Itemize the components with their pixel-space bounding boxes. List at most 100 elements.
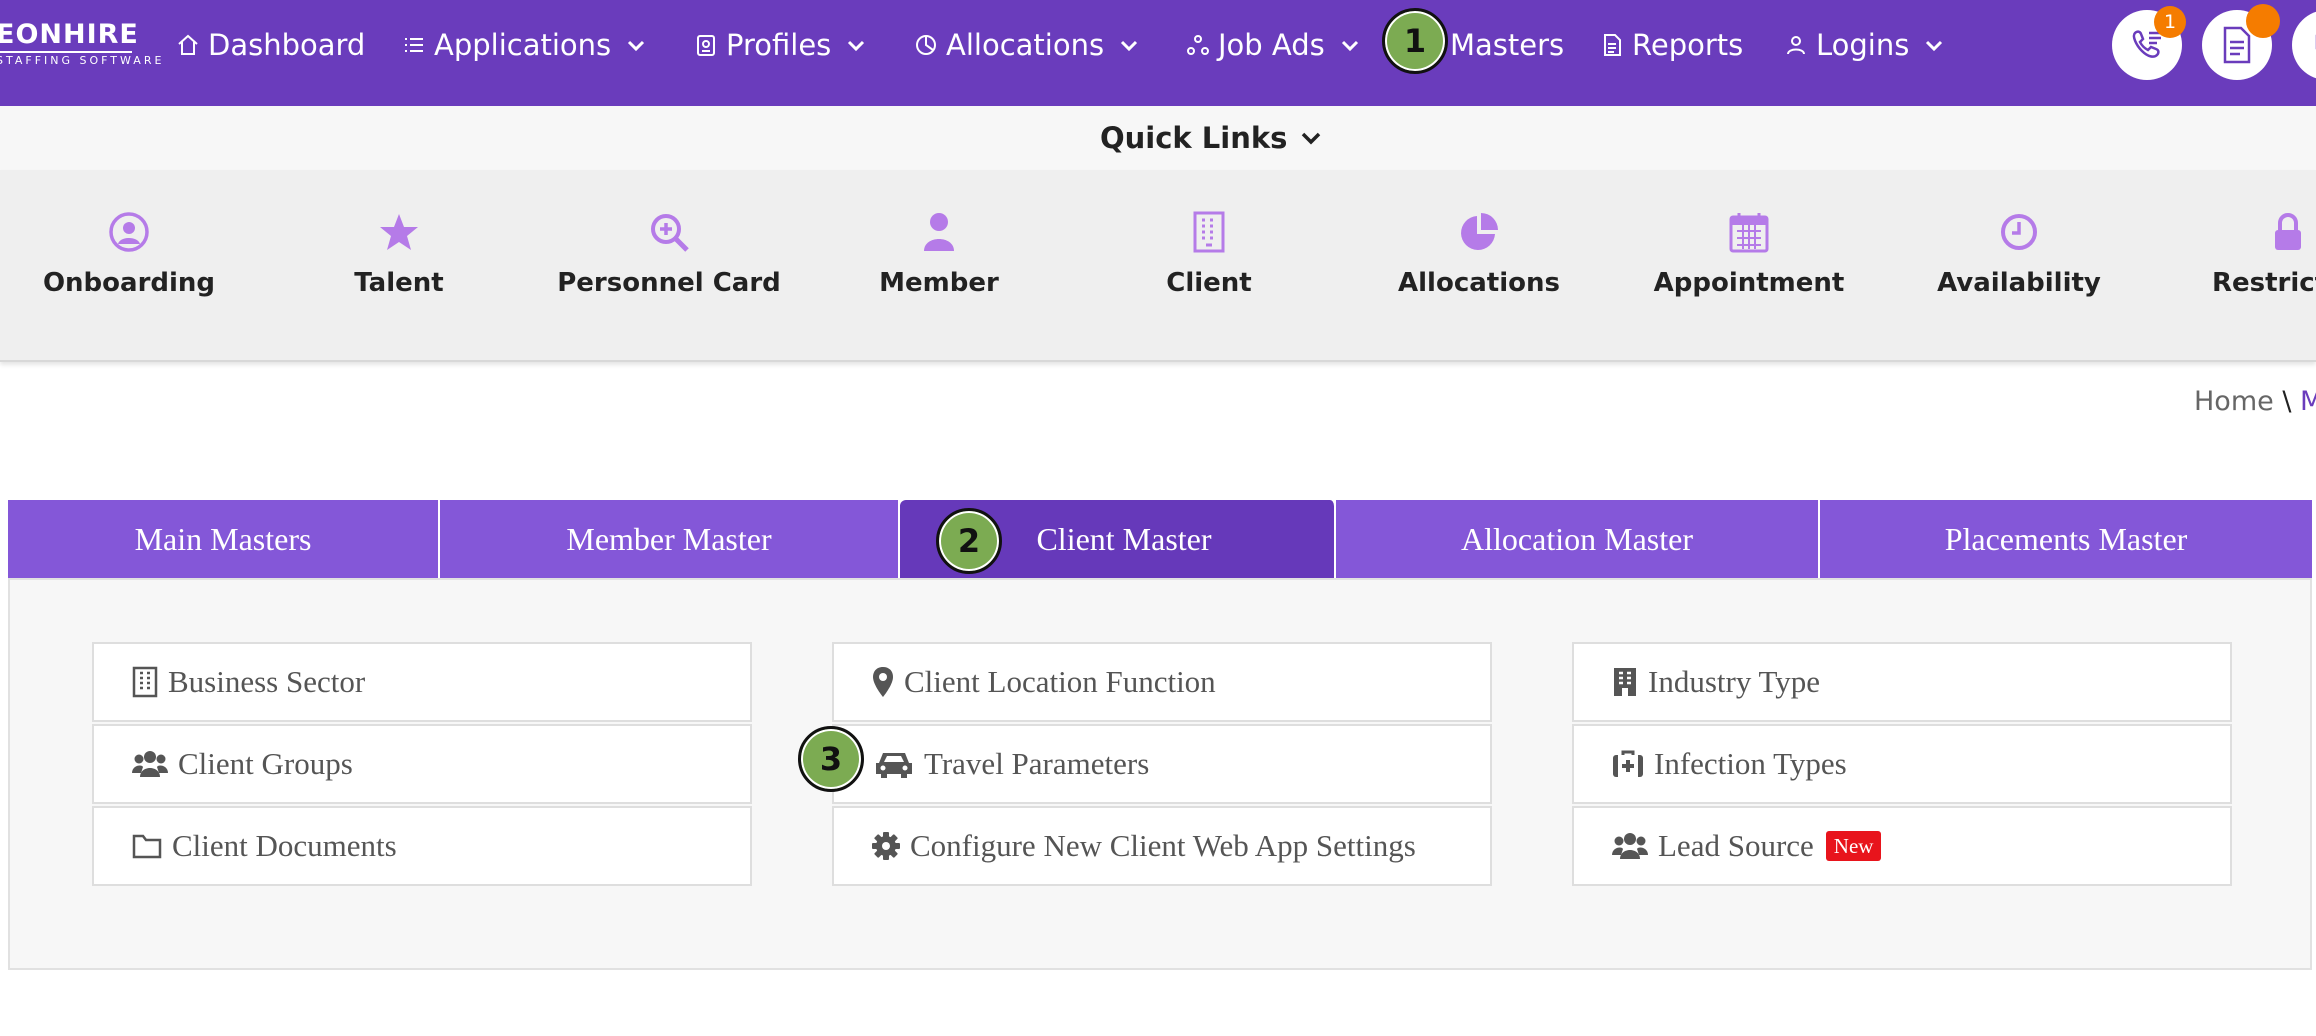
quick-link-label: Allocations [1398, 268, 1560, 298]
travel-parameters-link[interactable]: Travel Parameters [832, 724, 1492, 804]
user-icon [1787, 36, 1805, 55]
nav-allocations[interactable]: Allocations [914, 22, 1140, 68]
industry-type-link[interactable]: Industry Type [1572, 642, 2232, 722]
lead-source-link[interactable]: Lead Source New [1572, 806, 2232, 886]
tab-label: Main Masters [134, 520, 312, 557]
building-icon [132, 666, 158, 698]
tab-label: Placements Master [1944, 520, 2188, 557]
master-item-label: Travel Parameters [924, 746, 1150, 781]
home-icon [178, 34, 198, 55]
top-navbar: EONHIRE STAFFING SOFTWARE Dashboard Appl… [0, 0, 2316, 106]
document-icon [1604, 34, 1621, 56]
chevron-down-icon [628, 40, 645, 52]
quick-links-title: Quick Links [1100, 121, 1288, 155]
tab-member-master[interactable]: Member Master [440, 500, 900, 578]
tab-placements-master[interactable]: Placements Master [1820, 500, 2312, 578]
list-icon [405, 38, 423, 52]
nav-label: Applications [434, 28, 612, 62]
gear-icon [872, 832, 900, 860]
master-item-label: Lead Source [1658, 828, 1814, 863]
chevron-down-icon [1121, 40, 1138, 52]
quick-link-restrictions[interactable]: Restricti [2169, 206, 2316, 298]
quick-link-onboarding[interactable]: Onboarding [9, 206, 249, 298]
user-circle-icon [109, 212, 149, 252]
chevron-down-icon [1302, 132, 1321, 145]
quick-link-appointment[interactable]: Appointment [1629, 206, 1869, 298]
client-documents-link[interactable]: Client Documents [92, 806, 752, 886]
configure-client-web-app-settings-link[interactable]: Configure New Client Web App Settings [832, 806, 1492, 886]
map-marker-icon [873, 667, 893, 697]
breadcrumb-current: M [2300, 386, 2316, 417]
documents-button[interactable] [2202, 4, 2280, 80]
nav-job-ads[interactable]: Job Ads [1186, 22, 1361, 68]
quick-link-label: Onboarding [42, 268, 216, 298]
quick-link-member[interactable]: Member [819, 206, 1059, 298]
nav-profiles[interactable]: Profiles [694, 22, 867, 68]
master-item-label: Client Documents [172, 828, 397, 863]
quick-link-personnel-card[interactable]: Personnel Card [549, 206, 789, 298]
nav-applications[interactable]: Applications [402, 22, 647, 68]
calls-badge: 1 [2154, 6, 2186, 38]
nav-label: Allocations [946, 28, 1105, 62]
notification-dot [2246, 4, 2280, 38]
master-item-label: Client Groups [178, 746, 353, 781]
chat-icon [2315, 34, 2316, 50]
brand-name: EONHIRE [0, 19, 139, 50]
quick-link-client[interactable]: Client [1089, 206, 1329, 298]
tab-label: Member Master [566, 520, 772, 557]
tab-main-masters[interactable]: Main Masters [8, 500, 440, 578]
client-master-panel: Business Sector Client Groups Client Doc… [8, 578, 2312, 970]
master-item-label: Configure New Client Web App Settings [910, 828, 1416, 863]
chevron-down-icon [1341, 40, 1358, 52]
quick-links-toggle[interactable]: Quick Links [1100, 121, 1323, 155]
quick-link-label: Restricti [2212, 268, 2316, 298]
nav-masters[interactable]: Masters [1450, 22, 1564, 68]
clock-icon [2001, 214, 2037, 250]
calendar-icon [1729, 213, 1769, 253]
master-item-label: Industry Type [1648, 664, 1821, 699]
quick-link-allocations[interactable]: Allocations [1359, 206, 1599, 298]
step-marker-1: 1 [1382, 8, 1448, 74]
nav-dashboard[interactable]: Dashboard [176, 22, 365, 68]
breadcrumb: Home \ M [2194, 386, 2316, 417]
nav-logins[interactable]: Logins [1784, 22, 1945, 68]
nav-label: Masters [1450, 28, 1565, 62]
master-item-label: Client Location Function [904, 664, 1216, 699]
network-icon [1187, 35, 1209, 55]
car-icon [876, 753, 912, 778]
building-icon [1614, 668, 1636, 696]
quick-links-strip: Onboarding Talent Personnel Card Member … [0, 170, 2316, 362]
breadcrumb-separator: \ [2282, 386, 2292, 417]
quick-link-label: Availability [1937, 268, 2101, 298]
id-badge-icon [697, 35, 715, 56]
nav-reports[interactable]: Reports [1600, 22, 1743, 68]
infection-types-link[interactable]: Infection Types [1572, 724, 2232, 804]
step-marker-2: 2 [936, 508, 1002, 574]
brand-underline [0, 51, 132, 53]
quick-link-label: Member [879, 268, 999, 298]
calls-button[interactable]: 1 [2112, 6, 2186, 80]
quick-link-availability[interactable]: Availability [1899, 206, 2139, 298]
nav-label: Job Ads [1218, 28, 1325, 62]
nav-label: Dashboard [208, 28, 366, 62]
client-groups-link[interactable]: Client Groups [92, 724, 752, 804]
nav-label: Logins [1816, 28, 1910, 62]
building-icon [1193, 211, 1225, 253]
business-sector-link[interactable]: Business Sector [92, 642, 752, 722]
quick-links-bar: Quick Links [0, 106, 2316, 170]
tab-allocation-master[interactable]: Allocation Master [1336, 500, 1820, 578]
zoom-in-icon [651, 214, 689, 252]
breadcrumb-home[interactable]: Home [2194, 386, 2274, 417]
users-icon [1612, 833, 1648, 859]
step-marker-3: 3 [798, 726, 864, 792]
masters-tabs: Main Masters Member Master Client Master… [8, 500, 2312, 578]
quick-link-talent[interactable]: Talent [279, 206, 519, 298]
folder-icon [132, 834, 162, 859]
nav-label: Reports [1632, 28, 1744, 62]
more-button[interactable] [2292, 10, 2316, 80]
brand-tagline: STAFFING SOFTWARE [0, 54, 165, 67]
medkit-icon [1613, 750, 1643, 777]
brand-logo[interactable]: EONHIRE STAFFING SOFTWARE [0, 18, 161, 70]
pie-chart-icon [1461, 213, 1498, 250]
client-location-function-link[interactable]: Client Location Function [832, 642, 1492, 722]
